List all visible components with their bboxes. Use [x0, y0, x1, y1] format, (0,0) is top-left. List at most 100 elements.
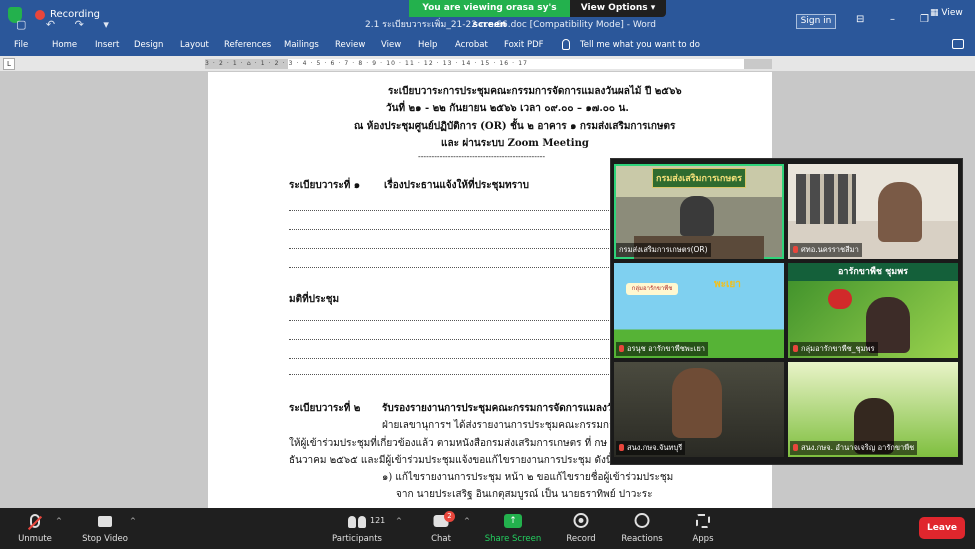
participant-name: ศทอ.นครราชสีมา — [790, 243, 862, 257]
doc-paragraph-line: ๑) แก้ไขรายงานการประชุม หน้า ๒ ขอแก้ไขรา… — [382, 472, 674, 483]
sign-in-button[interactable]: Sign in — [796, 14, 836, 29]
ribbon-display-options-icon[interactable]: ⊟ — [856, 14, 864, 25]
unmute-button[interactable]: Unmute — [0, 508, 70, 549]
tile-banner: กรมส่งเสริมการเกษตร — [652, 168, 746, 188]
tab-insert[interactable]: Insert — [95, 40, 119, 50]
tab-selector[interactable]: L — [3, 58, 15, 70]
participant-video — [672, 368, 722, 438]
dotted-line — [289, 374, 611, 375]
chevron-down-icon: ▾ — [650, 3, 656, 13]
lightbulb-icon — [562, 39, 570, 50]
dotted-line — [289, 267, 611, 268]
participant-name: กรมส่งเสริมการเกษตร(OR) — [616, 243, 711, 257]
participant-video — [878, 182, 922, 242]
muted-mic-icon — [793, 246, 798, 253]
comment-icon[interactable] — [952, 39, 964, 49]
chat-button[interactable]: Chat — [406, 508, 476, 549]
stop-video-label: Stop Video — [82, 534, 128, 544]
tab-acrobat[interactable]: Acrobat — [455, 40, 488, 50]
minimize-icon[interactable]: – — [890, 14, 895, 25]
audio-options-caret-icon[interactable]: ^ — [56, 517, 62, 525]
video-tile[interactable]: สนง.กษจ.จันทบุรี — [614, 362, 784, 457]
ribbon-tabs: File Home Insert Design Layout Reference… — [0, 35, 975, 56]
dotted-line — [289, 229, 611, 230]
stop-video-button[interactable]: Stop Video — [70, 508, 140, 549]
dotted-line — [289, 339, 611, 340]
unmute-label: Unmute — [18, 534, 52, 544]
chat-options-caret-icon[interactable]: ^ — [464, 517, 470, 525]
doc-title-line-3: ณ ห้องประชุมศูนย์ปฏิบัติการ (OR) ชั้น ๒ … — [354, 121, 676, 132]
virtual-background-header: อารักขาพืช ชุมพร — [788, 263, 958, 281]
reactions-label: Reactions — [621, 534, 663, 544]
tab-file[interactable]: File — [14, 40, 28, 50]
apps-label: Apps — [692, 534, 714, 544]
doc-paragraph-line: จาก นายประเสริฐ อินเกตุสมบูรณ์ เป็น นายธ… — [396, 489, 653, 500]
tab-view[interactable]: View — [381, 40, 401, 50]
participants-count: 121 — [370, 516, 386, 525]
leave-button[interactable]: Leave — [919, 517, 965, 539]
apps-button[interactable]: Apps — [668, 508, 738, 549]
participant-name: สนง.กษจ. อำนาจเจริญ อารักขาพืช — [790, 441, 918, 455]
tab-help[interactable]: Help — [418, 40, 437, 50]
quick-access-toolbar[interactable]: ▢ ↶ ↷ ▾ — [16, 18, 117, 31]
ladybug-image — [828, 289, 852, 309]
participant-name: กลุ่มอารักขาพืช_ชุมพร — [790, 342, 878, 356]
video-tile[interactable]: สนง.กษจ. อำนาจเจริญ อารักขาพืช — [788, 362, 958, 457]
video-tile[interactable]: ศทอ.นครราชสีมา — [788, 164, 958, 259]
participants-button[interactable]: Participants — [322, 508, 392, 549]
agenda-1-label: ระเบียบวาระที่ ๑ — [289, 180, 361, 191]
record-icon — [573, 513, 589, 528]
tell-me-search[interactable]: Tell me what you want to do — [580, 40, 700, 50]
ruler-bar: L 3 · 2 · 1 · ⌂ · 1 · 2 · 3 · 4 · 5 · 6 … — [0, 56, 975, 72]
muted-mic-icon — [619, 444, 624, 451]
view-options-button[interactable]: View Options ▾ — [570, 0, 666, 17]
dotted-line — [289, 358, 611, 359]
tab-review[interactable]: Review — [335, 40, 365, 50]
resolution-label: มติที่ประชุม — [289, 294, 340, 305]
document-title: 2.1 ระเบียบวาระเพิ่ม_21-22 ก.ย.66.doc [C… — [365, 20, 657, 30]
tab-mailings[interactable]: Mailings — [284, 40, 319, 50]
tab-layout[interactable]: Layout — [180, 40, 209, 50]
ruler-ticks: 3 · 2 · 1 · ⌂ · 1 · 2 · 3 · 4 · 5 · 6 · … — [205, 60, 529, 67]
chat-unread-badge: 2 — [444, 511, 455, 522]
view-label: View — [941, 8, 963, 18]
virtual-background-sign: กลุ่มอารักขาพืช — [626, 283, 678, 295]
reactions-button[interactable]: Reactions — [607, 508, 677, 549]
agenda-2-label: ระเบียบวาระที่ ๒ — [289, 403, 361, 414]
reactions-icon — [634, 513, 650, 528]
video-options-caret-icon[interactable]: ^ — [130, 517, 136, 525]
share-screen-label: Share Screen — [484, 534, 542, 544]
tab-foxit-pdf[interactable]: Foxit PDF — [504, 40, 544, 50]
muted-mic-icon — [793, 444, 798, 451]
view-options-label: View Options — [580, 3, 648, 13]
tab-design[interactable]: Design — [134, 40, 163, 50]
doc-title-line-1: ระเบียบวาระการประชุมคณะกรรมการจัดการแมลง… — [388, 86, 682, 97]
muted-mic-icon — [619, 345, 624, 352]
dotted-line — [289, 248, 611, 249]
video-tile[interactable]: กลุ่มอารักขาพืช พะเยา อรนุช อารักขาพืชพะ… — [614, 263, 784, 358]
tab-home[interactable]: Home — [52, 40, 77, 50]
record-label: Record — [566, 534, 596, 544]
doc-paragraph-line: ธันวาคม ๒๕๖๕ และมีผู้เข้าร่วมประชุมแจ้งข… — [289, 455, 613, 466]
tab-references[interactable]: References — [224, 40, 271, 50]
restore-icon[interactable]: ❐ — [920, 14, 929, 25]
video-gallery[interactable]: กรมส่งเสริมการเกษตร กรมส่งเสริมการเกษตร(… — [610, 158, 963, 465]
video-tile[interactable]: อารักขาพืช ชุมพร กลุ่มอารักขาพืช_ชุมพร — [788, 263, 958, 358]
video-tile[interactable]: กรมส่งเสริมการเกษตร กรมส่งเสริมการเกษตร(… — [614, 164, 784, 259]
chat-label: Chat — [431, 534, 451, 544]
view-button[interactable]: ▦ View — [930, 8, 963, 18]
apps-icon — [696, 514, 710, 528]
dotted-line — [289, 320, 611, 321]
horizontal-ruler[interactable]: 3 · 2 · 1 · ⌂ · 1 · 2 · 3 · 4 · 5 · 6 · … — [205, 59, 772, 69]
video-camera-icon — [98, 516, 112, 527]
participants-options-caret-icon[interactable]: ^ — [396, 517, 402, 525]
meeting-controls-toolbar: Unmute ^ Stop Video ^ Participants 121 ^… — [0, 508, 975, 549]
share-screen-button[interactable]: ↑ Share Screen — [478, 508, 548, 549]
bookshelf — [796, 174, 856, 224]
zoom-screen-share-window: Recording ▢ ↶ ↷ ▾ 2.1 ระเบียบวาระเพิ่ม_2… — [0, 0, 975, 549]
doc-title-line-2: วันที่ ๒๑ - ๒๒ กันยายน ๒๕๖๖ เวลา ๐๙.๐๐ –… — [386, 103, 629, 114]
participants-icon — [348, 516, 366, 528]
record-button[interactable]: Record — [546, 508, 616, 549]
participant-name: สนง.กษจ.จันทบุรี — [616, 441, 686, 455]
doc-paragraph-line: ให้ผู้เข้าร่วมประชุมที่เกี่ยวข้องแล้ว ตา… — [289, 438, 617, 449]
